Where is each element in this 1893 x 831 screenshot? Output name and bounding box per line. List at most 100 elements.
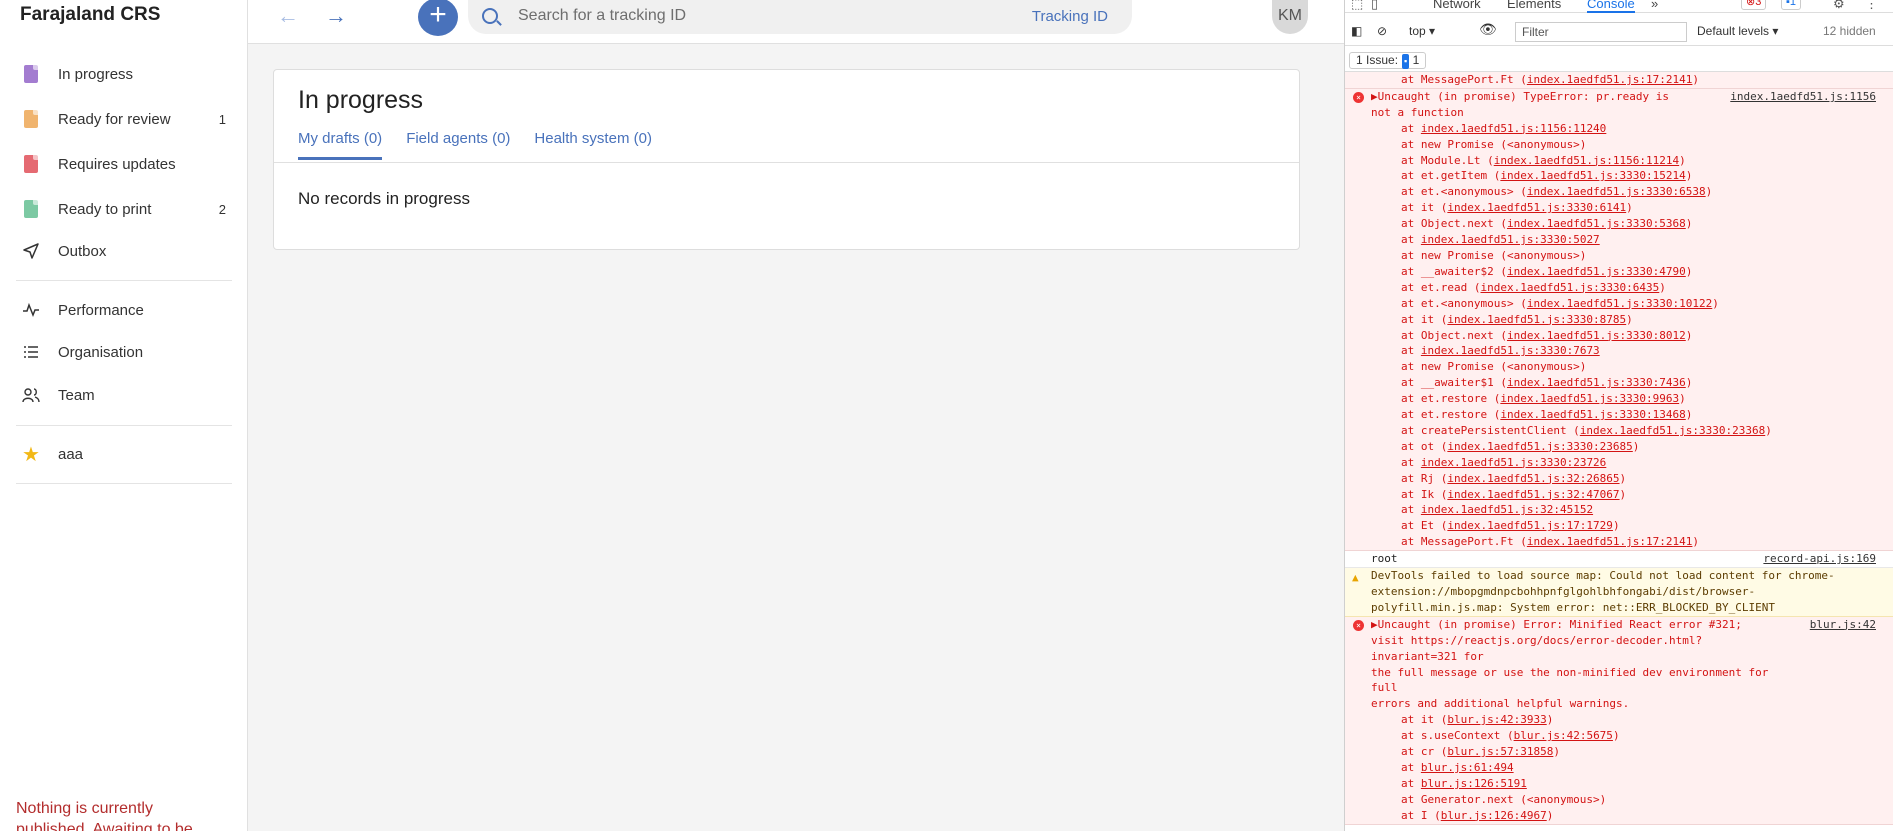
brand-title: Farajaland CRS bbox=[20, 4, 161, 25]
stack-frame-text: at et.<anonymous> ( bbox=[1401, 296, 1527, 310]
stack-frame-link[interactable]: blur.js:126:4967 bbox=[1441, 809, 1547, 822]
stack-frame-link[interactable]: index.1aedfd51.js:17:2141 bbox=[1527, 73, 1693, 86]
forward-arrow-icon[interactable]: → bbox=[322, 4, 350, 28]
stack-frame-link[interactable]: blur.js:42:5675 bbox=[1514, 729, 1613, 742]
search-type-selector[interactable]: Tracking ID bbox=[1032, 8, 1108, 25]
stack-frame-link[interactable]: index.1aedfd51.js:3330:10122 bbox=[1527, 297, 1712, 310]
stack-frame-link[interactable]: index.1aedfd51.js:3330:5368 bbox=[1507, 217, 1686, 230]
stack-frame-link[interactable]: index.1aedfd51.js:3330:15214 bbox=[1500, 169, 1685, 182]
divider bbox=[274, 162, 1299, 163]
sidebar-item-requires-updates[interactable]: Requires updates bbox=[22, 147, 232, 181]
source-link[interactable]: blur.js:42 bbox=[1810, 617, 1876, 633]
stack-frame-link[interactable]: index.1aedfd51.js:32:45152 bbox=[1421, 503, 1593, 516]
stack-frame-link[interactable]: index.1aedfd51.js:17:2141 bbox=[1527, 535, 1693, 548]
search-input[interactable] bbox=[518, 4, 998, 28]
tab-field-agents[interactable]: Field agents (0) bbox=[406, 130, 510, 160]
console-message[interactable]: ▲ DevTools failed to load source map: Cou… bbox=[1345, 568, 1893, 617]
source-link[interactable]: index.1aedfd51.js:1156 bbox=[1730, 89, 1876, 105]
stack-frame-text: at it ( bbox=[1401, 713, 1448, 727]
stack-frame-link[interactable]: index.1aedfd51.js:3330:23726 bbox=[1421, 456, 1606, 469]
stack-frame: at index.1aedfd51.js:32:45152 bbox=[1371, 502, 1886, 518]
stack-frame-text: at bbox=[1401, 344, 1421, 358]
more-options-icon[interactable]: ⋮ bbox=[1865, 0, 1878, 12]
console-message[interactable]: at MessagePort.Ft (index.1aedfd51.js:17:… bbox=[1345, 72, 1893, 89]
stack-frame-link[interactable]: blur.js:126:5191 bbox=[1421, 777, 1527, 790]
stack-frame-text: at cr ( bbox=[1401, 745, 1448, 759]
stack-frame-link[interactable]: index.1aedfd51.js:3330:13468 bbox=[1500, 408, 1685, 421]
console-filter-input[interactable] bbox=[1515, 22, 1687, 42]
inspect-icon[interactable]: ⬚ bbox=[1351, 0, 1363, 12]
settings-gear-icon[interactable]: ⚙ bbox=[1833, 0, 1845, 12]
console-message[interactable]: root record-api.js:169 bbox=[1345, 551, 1893, 569]
stack-frame-link[interactable]: index.1aedfd51.js:1156:11214 bbox=[1494, 154, 1679, 167]
context-selector[interactable]: top ▾ bbox=[1409, 24, 1435, 38]
sidebar-item-in-progress[interactable]: In progress bbox=[22, 57, 232, 91]
clear-console-icon[interactable]: ⊘ bbox=[1377, 24, 1387, 38]
stack-frame-suffix: ) bbox=[1546, 713, 1554, 727]
sidebar-item-team[interactable]: Team bbox=[22, 378, 232, 412]
sidebar-item-organisation[interactable]: Organisation bbox=[22, 335, 232, 369]
back-arrow-icon[interactable]: ← bbox=[274, 4, 302, 28]
tab-elements[interactable]: Elements bbox=[1507, 0, 1561, 11]
stack-frame-text: at new Promise (<anonymous>) bbox=[1401, 248, 1587, 262]
stack-frame-text: at bbox=[1401, 233, 1421, 247]
sidebar-item-outbox[interactable]: Outbox bbox=[22, 234, 232, 268]
stack-frame-link[interactable]: index.1aedfd51.js:3330:8012 bbox=[1507, 329, 1686, 342]
source-link[interactable]: record-api.js:169 bbox=[1763, 551, 1876, 567]
console-message[interactable]: × ▶Uncaught (in promise) Error: Minified … bbox=[1345, 616, 1893, 825]
stack-frame-text: at MessagePort.Ft ( bbox=[1401, 73, 1527, 86]
tab-health-system[interactable]: Health system (0) bbox=[534, 130, 652, 160]
log-levels-value: Default levels bbox=[1697, 24, 1770, 38]
stack-frame-link[interactable]: index.1aedfd51.js:1156:11240 bbox=[1421, 122, 1606, 135]
stack-frame-link[interactable]: index.1aedfd51.js:3330:6141 bbox=[1447, 201, 1626, 214]
stack-frame-link[interactable]: index.1aedfd51.js:3330:9963 bbox=[1500, 392, 1679, 405]
stack-frame-link[interactable]: index.1aedfd51.js:3330:6435 bbox=[1480, 281, 1659, 294]
stack-frame-link[interactable]: index.1aedfd51.js:3330:23368 bbox=[1580, 424, 1765, 437]
stack-frame-link[interactable]: blur.js:61:494 bbox=[1421, 761, 1514, 774]
info-count-badge[interactable]: ▪1 bbox=[1781, 0, 1802, 10]
stack-frame-suffix: ) bbox=[1685, 328, 1693, 342]
issues-button[interactable]: 1 Issue: ▪ 1 bbox=[1349, 52, 1427, 69]
error-icon: × bbox=[1353, 619, 1364, 631]
search-bar: Tracking ID bbox=[468, 0, 1132, 34]
workqueue-card: In progress My drafts (0) Field agents (… bbox=[273, 69, 1300, 250]
tab-network[interactable]: Network bbox=[1433, 0, 1481, 11]
error-count-badge[interactable]: ⊗3 bbox=[1741, 0, 1767, 10]
stack-frame-link[interactable]: index.1aedfd51.js:3330:6538 bbox=[1527, 185, 1706, 198]
device-toolbar-icon[interactable]: ▯ bbox=[1371, 0, 1378, 12]
sidebar-item-favourite[interactable]: ★ aaa bbox=[22, 437, 232, 471]
stack-frame-text: at __awaiter$2 ( bbox=[1401, 264, 1507, 278]
eye-icon[interactable]: 👁 bbox=[1479, 21, 1497, 38]
stack-frame-link[interactable]: index.1aedfd51.js:3330:7673 bbox=[1421, 344, 1600, 357]
stack-frame: at it (index.1aedfd51.js:3330:8785) bbox=[1371, 312, 1886, 328]
tab-my-drafts[interactable]: My drafts (0) bbox=[298, 130, 383, 160]
console-message[interactable]: × ▶Uncaught (in promise) TypeError: pr.re… bbox=[1345, 88, 1893, 552]
stack-frame-link[interactable]: index.1aedfd51.js:32:26865 bbox=[1447, 472, 1619, 485]
add-record-button[interactable]: + bbox=[418, 0, 458, 36]
stack-frame-link[interactable]: blur.js:57:31858 bbox=[1447, 745, 1553, 758]
sidebar-item-label: Ready for review bbox=[58, 110, 171, 128]
stack-frame-text: at Rj ( bbox=[1401, 471, 1448, 485]
sidebar-item-performance[interactable]: Performance bbox=[22, 293, 232, 327]
avatar[interactable]: KM bbox=[1272, 0, 1308, 34]
log-levels-dropdown[interactable]: Default levels ▾ bbox=[1697, 24, 1778, 38]
stack-frame: at et.getItem (index.1aedfd51.js:3330:15… bbox=[1371, 168, 1886, 184]
context-value: top bbox=[1409, 24, 1426, 38]
stack-frame-link[interactable]: index.1aedfd51.js:3330:4790 bbox=[1507, 265, 1686, 278]
sidebar-item-ready-to-print[interactable]: Ready to print 2 bbox=[22, 192, 232, 226]
stack-frame-link[interactable]: index.1aedfd51.js:3330:7436 bbox=[1507, 376, 1686, 389]
stack-frame-link[interactable]: index.1aedfd51.js:3330:8785 bbox=[1447, 313, 1626, 326]
stack-frame-link[interactable]: index.1aedfd51.js:32:47067 bbox=[1447, 488, 1619, 501]
stack-frame-text: at et.<anonymous> ( bbox=[1401, 185, 1527, 199]
stack-frame: at blur.js:61:494 bbox=[1371, 760, 1886, 776]
sidebar-toggle-icon[interactable]: ◧ bbox=[1351, 24, 1362, 38]
stack-frame-link[interactable]: index.1aedfd51.js:3330:23685 bbox=[1447, 440, 1632, 453]
stack-frame: at __awaiter$1 (index.1aedfd51.js:3330:7… bbox=[1371, 375, 1886, 391]
stack-frame-link[interactable]: blur.js:42:3933 bbox=[1447, 713, 1546, 726]
stack-frame-link[interactable]: index.1aedfd51.js:17:1729 bbox=[1447, 519, 1613, 532]
sidebar-item-ready-for-review[interactable]: Ready for review 1 bbox=[22, 102, 232, 136]
tab-console[interactable]: Console bbox=[1587, 0, 1635, 13]
stack-frame-text: at new Promise (<anonymous>) bbox=[1401, 137, 1587, 151]
stack-frame-link[interactable]: index.1aedfd51.js:3330:5027 bbox=[1421, 233, 1600, 246]
more-tabs-icon[interactable]: » bbox=[1651, 0, 1658, 11]
